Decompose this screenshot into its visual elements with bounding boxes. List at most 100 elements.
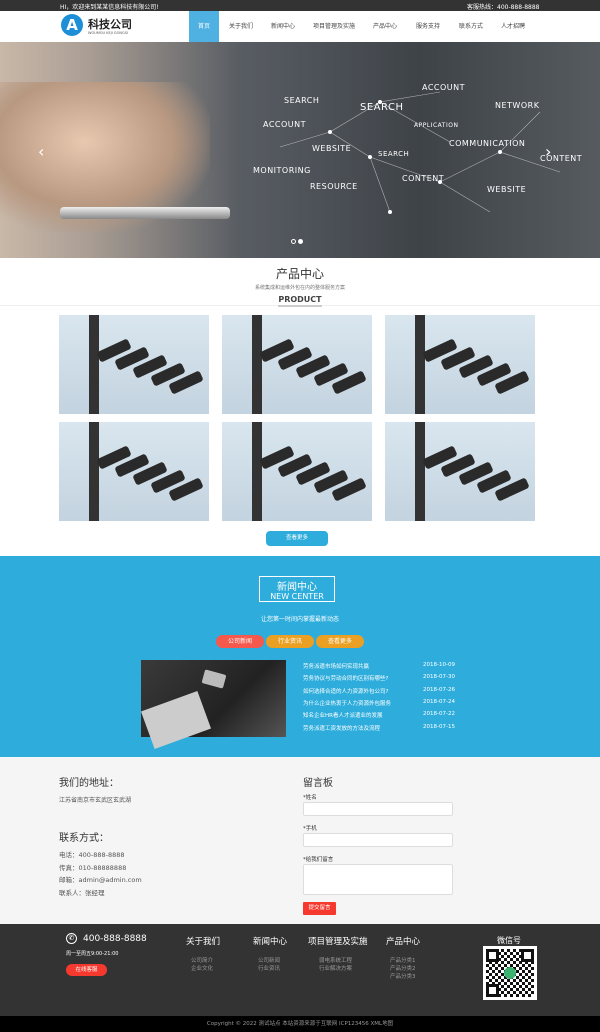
online-service-button[interactable]: 在线客服 [66, 964, 107, 976]
product-item[interactable] [222, 315, 372, 414]
slider-dot[interactable] [291, 239, 296, 244]
slider-dot-active[interactable] [298, 239, 303, 244]
news-subtitle: 让您第一时间内掌握最新动态 [260, 616, 339, 623]
footer-link[interactable]: 行业资讯 [258, 965, 280, 973]
logo-letter: A [66, 16, 78, 34]
submit-button[interactable]: 提交留言 [303, 902, 336, 915]
news-date: 2018-07-30 [423, 674, 455, 681]
title-underline [278, 305, 322, 307]
hero-label: MONITORING [253, 166, 311, 175]
hero-label: RESOURCE [310, 182, 358, 191]
slider-next-arrow[interactable]: › [545, 142, 551, 161]
hotline-text: 客服热线：400-888-8888 [467, 4, 540, 11]
footer-link[interactable]: 行业解决方案 [319, 965, 352, 973]
hero-label: ACCOUNT [422, 83, 466, 92]
news-item[interactable]: 知名企业HR看人才派遣业的发展 2018-07-22 [303, 711, 455, 719]
logo-icon[interactable]: A [61, 14, 83, 36]
news-item[interactable]: 劳务协议与劳动合同的区别有哪些? 2018-07-30 [303, 674, 455, 682]
news-image[interactable] [140, 660, 286, 750]
message-textarea[interactable] [303, 864, 453, 895]
footer-hours: 周一至周五9:00-21:00 [66, 951, 119, 957]
hero-label: SEARCH [360, 102, 404, 113]
hero-label: CONTENT [402, 174, 445, 183]
nav-projects[interactable]: 项目管理及实施 [306, 11, 362, 42]
contact-email: 邮箱：admin@admin.com [59, 876, 142, 884]
news-section: 新闻中心 NEW CENTER 让您第一时间内掌握最新动态 公司新闻 行业资讯 … [0, 556, 600, 757]
nav-news[interactable]: 新闻中心 [264, 11, 302, 42]
qr-code [483, 946, 537, 1000]
footer-col-title[interactable]: 项目管理及实施 [308, 935, 368, 947]
tab-view-more[interactable]: 查看更多 [316, 635, 364, 648]
hero-label: ACCOUNT [263, 120, 307, 129]
tab-industry-news[interactable]: 行业资讯 [266, 635, 314, 648]
footer-link[interactable]: 企业文化 [191, 965, 213, 973]
footer-link[interactable]: 产品分类2 [390, 965, 416, 973]
hero-label: SEARCH [378, 150, 410, 158]
news-title[interactable]: 知名企业HR看人才派遣业的发展 [303, 713, 382, 719]
phone-label: *手机 [303, 826, 317, 832]
news-title: 新闻中心 [277, 582, 317, 593]
nav-contact[interactable]: 联系方式 [452, 11, 490, 42]
hero-banner: SEARCH ACCOUNT SEARCH ACCOUNT NETWORK AP… [0, 42, 600, 258]
hero-label: WEBSITE [487, 185, 527, 194]
name-input[interactable] [303, 802, 453, 816]
footer-col-title[interactable]: 新闻中心 [253, 935, 287, 947]
news-title[interactable]: 为什么企业热衷于人力资源外包服务 [303, 701, 391, 707]
header: A 科技公司 WOUMOU KEJI GONGSI 首页 关于我们 新闻中心 项… [0, 11, 600, 42]
product-item[interactable] [385, 315, 535, 414]
footer-link[interactable]: 产品分类1 [390, 957, 416, 965]
footer-col-title[interactable]: 关于我们 [186, 935, 220, 947]
pole [252, 315, 262, 414]
nav-service[interactable]: 服务支持 [409, 11, 447, 42]
footer-link[interactable]: 公司新闻 [258, 957, 280, 965]
message-label: *给我们留言 [303, 857, 334, 863]
footer-links: 产品分类1 产品分类2 产品分类3 [390, 957, 416, 981]
laptop-image [140, 690, 212, 750]
news-title[interactable]: 劳务协议与劳动合同的区别有哪些? [303, 676, 388, 682]
slider-prev-arrow[interactable]: ‹ [38, 142, 44, 161]
contact-lines: 电话：400-888-8888 传真：010-88888888 邮箱：admin… [59, 849, 142, 899]
hero-label: NETWORK [495, 101, 540, 110]
footer-link[interactable]: 产品分类3 [390, 973, 416, 981]
footer-links: 公司简介 企业文化 [191, 957, 213, 973]
nav-about[interactable]: 关于我们 [222, 11, 260, 42]
phone-icon: ✆ [66, 933, 77, 944]
welcome-text: HI，欢迎来到某某信息科技有限公司! [60, 4, 159, 11]
news-title[interactable]: 劳务派遣工资发放的方法及流程 [303, 726, 380, 732]
news-item[interactable]: 为什么企业热衷于人力资源外包服务 2018-07-24 [303, 699, 455, 707]
product-item[interactable] [59, 315, 209, 414]
news-date: 2018-07-26 [423, 686, 455, 693]
news-item[interactable]: 劳务派遣市场如何实现共赢 2018-10-09 [303, 662, 455, 670]
nav-products[interactable]: 产品中心 [366, 11, 404, 42]
footer-links: 弱电系统工程 行业解决方案 [319, 957, 352, 973]
news-title[interactable]: 劳务派遣市场如何实现共赢 [303, 664, 369, 670]
tab-company-news[interactable]: 公司新闻 [216, 635, 264, 648]
nav-jobs[interactable]: 人才招聘 [494, 11, 532, 42]
address-title: 我们的地址： [59, 778, 119, 789]
address-text: 江苏省南京市玄武区玄武湖 [59, 797, 132, 804]
products-subtitle: 系统集成和运维外包在内的整体服务方案 [254, 285, 345, 291]
phone-input[interactable] [303, 833, 453, 847]
footer-link[interactable]: 公司简介 [191, 957, 213, 965]
news-item[interactable]: 如何选择合适的人力资源外包公司? 2018-07-26 [303, 687, 455, 695]
product-item[interactable] [59, 422, 209, 521]
news-title[interactable]: 如何选择合适的人力资源外包公司? [303, 689, 388, 695]
nav-home[interactable]: 首页 [189, 11, 219, 42]
news-en-title: NEW CENTER [265, 592, 329, 601]
footer-link[interactable]: 弱电系统工程 [319, 957, 352, 965]
pole [89, 315, 99, 414]
copyright: Copyright © 2022 测试站点 本站资源来源于互联网 ICP1234… [0, 1016, 600, 1032]
product-item[interactable] [385, 422, 535, 521]
phone-image [60, 207, 230, 219]
news-item[interactable]: 劳务派遣工资发放的方法及流程 2018-07-15 [303, 724, 455, 732]
product-item[interactable] [222, 422, 372, 521]
footer-col-title[interactable]: 产品中心 [386, 935, 420, 947]
wechat-title: 微信号 [497, 936, 521, 945]
hero-label: WEBSITE [312, 144, 352, 153]
contact-section: 我们的地址： 江苏省南京市玄武区玄武湖 联系方式： 电话：400-888-888… [0, 757, 600, 924]
logo-name[interactable]: 科技公司 [88, 16, 132, 32]
products-en-title: PRODUCT [278, 295, 322, 304]
hero-label: APPLICATION [414, 122, 459, 129]
footer-phone: 400-888-8888 [83, 934, 147, 944]
view-more-products-button[interactable]: 查看更多 [266, 531, 328, 546]
